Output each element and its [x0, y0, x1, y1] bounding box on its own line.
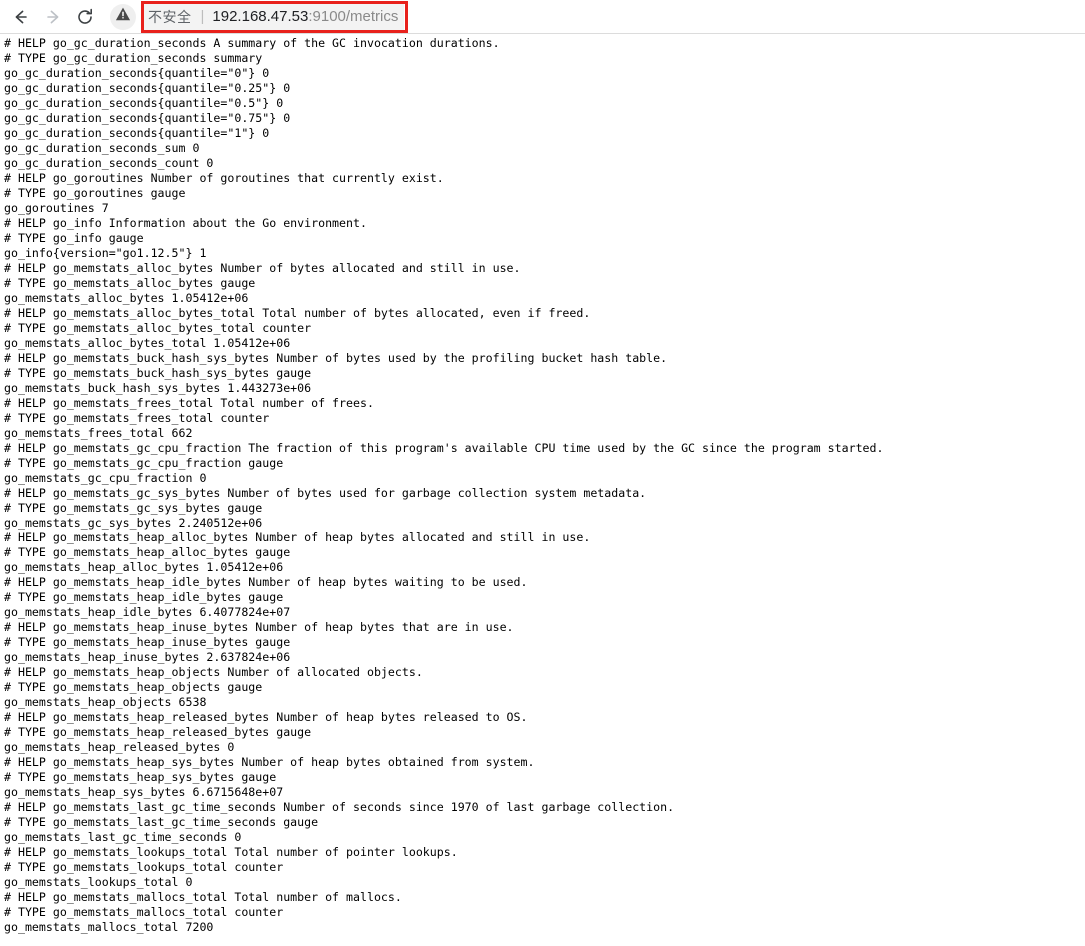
- page-content-area: # HELP go_gc_duration_seconds A summary …: [0, 34, 1085, 946]
- back-arrow-icon: [11, 7, 31, 27]
- url-path-text: :9100/metrics: [308, 8, 399, 25]
- browser-toolbar: 不安全 | 192.168.47.53 :9100/metrics: [0, 0, 1085, 34]
- reload-button[interactable]: [70, 2, 100, 32]
- back-button[interactable]: [6, 2, 36, 32]
- warning-triangle-icon: [115, 6, 131, 27]
- security-label: 不安全: [148, 8, 192, 25]
- omnibox-separator: |: [200, 8, 205, 25]
- omnibox-container[interactable]: 不安全 | 192.168.47.53 :9100/metrics: [110, 2, 1085, 32]
- address-bar-field[interactable]: 不安全 | 192.168.47.53 :9100/metrics: [142, 3, 405, 30]
- url-host-text: 192.168.47.53: [212, 8, 309, 25]
- reload-icon: [75, 7, 95, 27]
- address-bar[interactable]: 不安全 | 192.168.47.53 :9100/metrics: [142, 3, 1085, 30]
- metrics-plaintext-body: # HELP go_gc_duration_seconds A summary …: [4, 36, 884, 935]
- security-status-button[interactable]: [110, 3, 136, 30]
- forward-arrow-icon: [43, 7, 63, 27]
- forward-button[interactable]: [38, 2, 68, 32]
